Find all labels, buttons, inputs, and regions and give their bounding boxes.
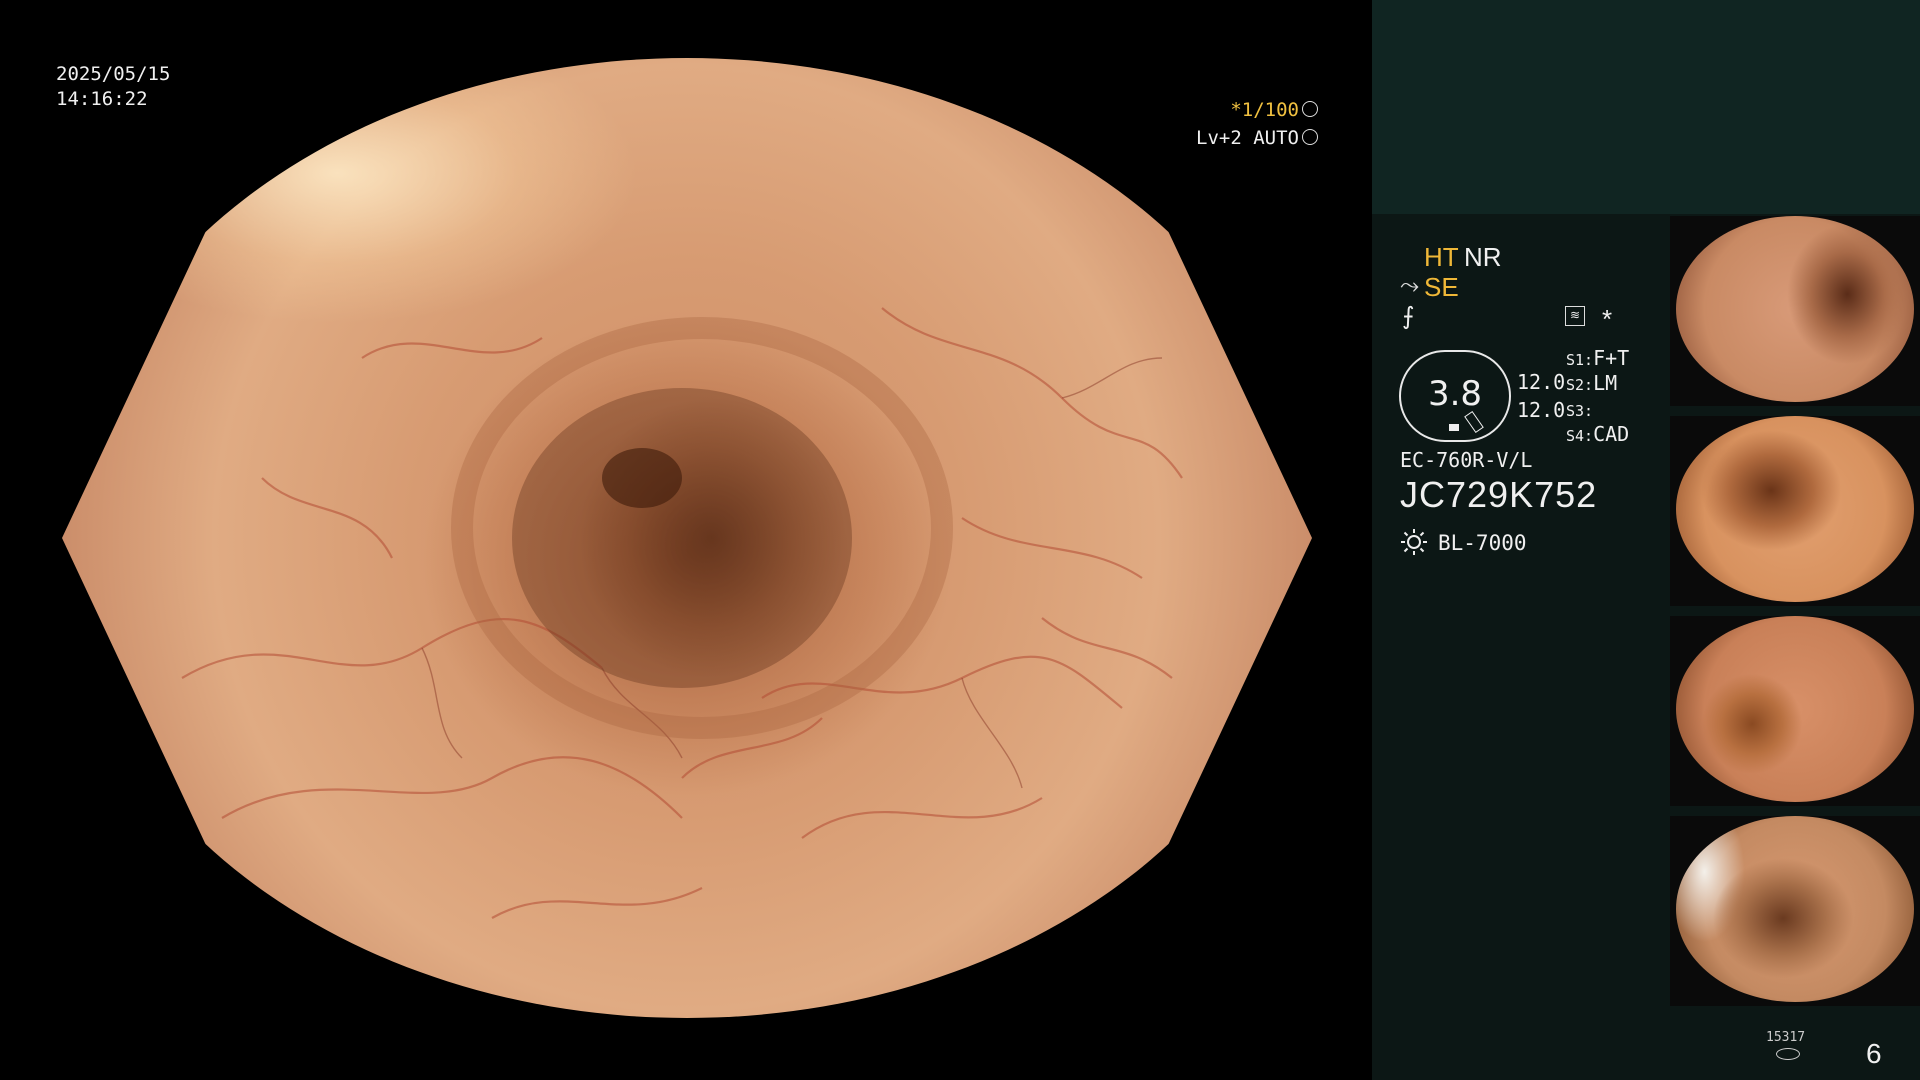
thumbnail-image [1676,416,1914,602]
se-indicator: SE [1424,272,1459,302]
time-label: 14:16:22 [56,88,148,110]
mucosa-vessels [181,307,1183,919]
storage-icon [1776,1048,1800,1060]
page-number: 6 [1866,1038,1882,1069]
mode-icon: ≋ [1565,306,1585,326]
storage-count: 15317 [1766,1030,1806,1045]
switch-3: S3: [1566,397,1593,421]
zoom-text: *1/100 [1230,99,1299,121]
scope-model: EC-760R-V/L [1400,448,1533,472]
zoom-indicator: *1/100 [1230,98,1318,122]
magnification-gauge: 3.8 [1399,350,1511,442]
switch-1-value: F+T [1593,346,1630,370]
switch-3-key: S3: [1566,402,1594,420]
captured-thumbnail[interactable] [1670,616,1920,806]
date-label: 2025/05/15 [56,63,171,85]
side-panel-header [1372,0,1920,214]
gauge-mark [1449,424,1459,431]
exposure-text: Lv+2 AUTO [1196,127,1299,149]
switch-2-value: LM [1593,371,1618,395]
structure-icon: ⤳ [1400,272,1420,299]
switch-4-value: CAD [1593,422,1630,446]
thumbnail-image [1676,816,1914,1002]
captured-thumbnail[interactable] [1670,416,1920,606]
captured-thumbnail[interactable] [1670,216,1920,406]
light-source-label: BL-7000 [1438,531,1527,555]
exposure-indicator: Lv+2 AUTO [1196,126,1318,150]
captured-thumbnail[interactable] [1670,816,1920,1006]
thumbnail-image [1676,216,1914,402]
switch-2: S2:LM [1566,371,1617,395]
gauge-tick [1464,410,1484,434]
shutter-icon [1302,100,1318,117]
switch-2-key: S2: [1566,376,1594,394]
switch-1-key: S1: [1566,351,1594,369]
value-2: 12.0 [1517,398,1566,422]
iris-icon [1302,128,1318,145]
star-icon: * [1602,304,1613,334]
endoscopic-image [62,58,1312,1018]
ht-indicator: HT [1424,242,1459,272]
endoscope-main-view: 2025/05/15 14:16:22 *1/100 Lv+2 AUTO [0,0,1372,1080]
switch-4-key: S4: [1566,427,1594,445]
value-1: 12.0 [1517,370,1566,394]
serial-number: JC729K752 [1400,474,1598,515]
color-icon: ⨍ [1402,303,1415,330]
switch-1: S1:F+T [1566,346,1629,370]
nr-indicator: NR [1464,242,1502,272]
light-icon [1401,529,1427,555]
gauge-value: 3.8 [1427,374,1483,414]
switch-4: S4:CAD [1566,422,1629,446]
thumbnail-image [1676,616,1914,802]
